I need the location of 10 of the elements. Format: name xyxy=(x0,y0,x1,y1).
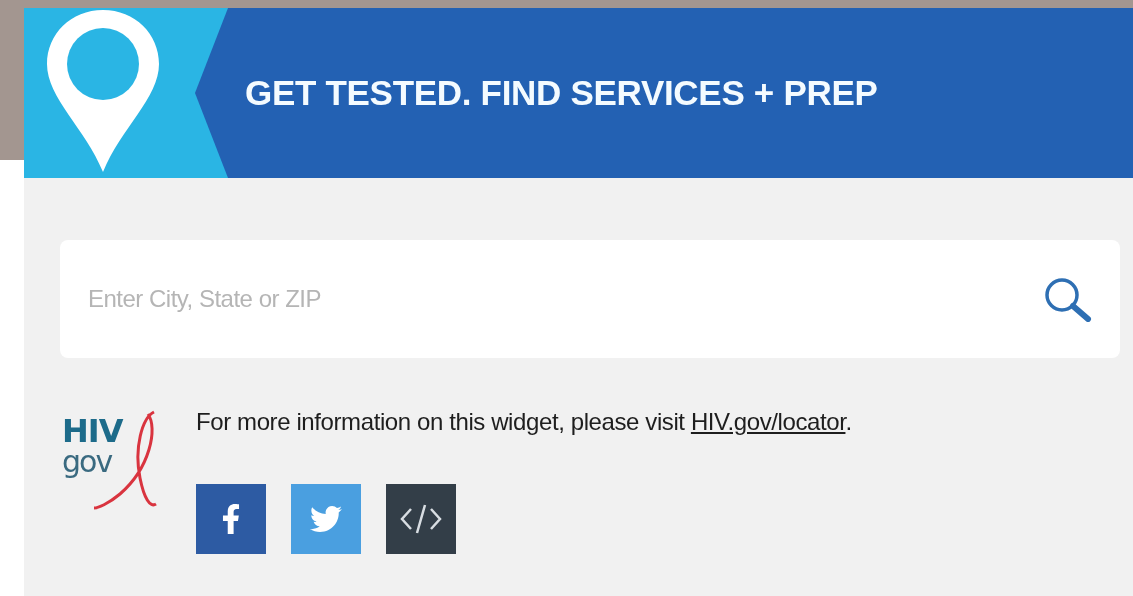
facebook-share-button[interactable] xyxy=(196,484,266,554)
search-field[interactable]: Enter City, State or ZIP xyxy=(86,284,1042,314)
widget-title: GET TESTED. FIND SERVICES + PREP xyxy=(245,73,878,113)
info-text: For more information on this widget, please visit HIV.gov/locator. xyxy=(196,408,852,436)
twitter-icon xyxy=(310,503,342,535)
search-icon[interactable] xyxy=(1042,276,1092,322)
logo: HIV gov xyxy=(60,408,164,516)
twitter-share-button[interactable] xyxy=(291,484,361,554)
embed-share-button[interactable] xyxy=(386,484,456,554)
locator-link[interactable]: HIV.gov/locator xyxy=(690,408,846,435)
